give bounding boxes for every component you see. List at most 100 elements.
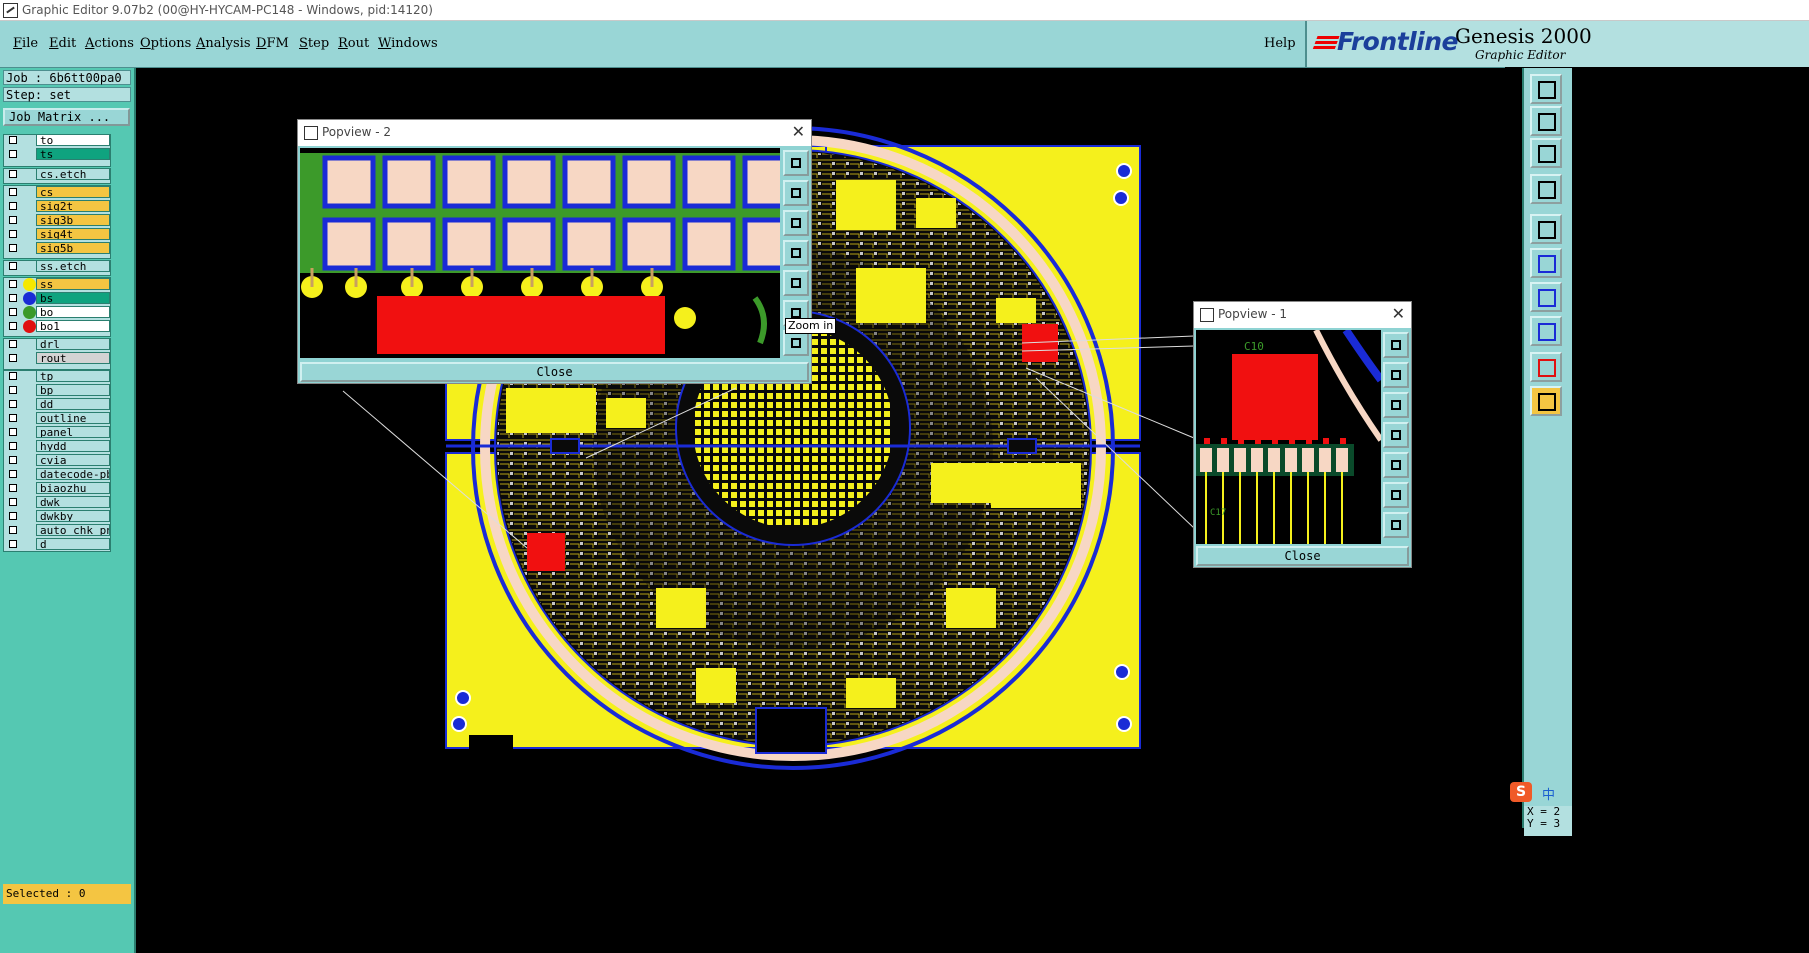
pv-pan-right-icon[interactable] — [783, 270, 809, 296]
ime-indicator[interactable]: S 中 — [1510, 782, 1570, 803]
layer-row-bo1[interactable]: bo1 — [4, 320, 110, 333]
layer-checkbox[interactable] — [9, 512, 17, 520]
layer-row-cs[interactable]: cs — [4, 186, 110, 199]
measure-icon[interactable] — [1530, 214, 1562, 244]
layer-checkbox[interactable] — [9, 308, 17, 316]
layer-row-biaozhu[interactable]: biaozhu — [4, 482, 110, 495]
layer-name[interactable]: hydd — [36, 440, 110, 452]
pv-zoom-out-icon[interactable] — [783, 180, 809, 206]
layer-row-cvia[interactable]: cvia — [4, 454, 110, 467]
layer-row-cs.etch[interactable]: cs.etch — [4, 168, 110, 181]
layer-checkbox[interactable] — [9, 372, 17, 380]
layer-name[interactable]: sig3b — [36, 214, 110, 226]
layer-name[interactable]: bs — [36, 292, 110, 304]
menu-rout[interactable]: Rout — [338, 36, 369, 51]
pointer-icon[interactable] — [1530, 386, 1562, 416]
layer-row-to[interactable]: to — [4, 134, 110, 147]
layer-checkbox[interactable] — [9, 386, 17, 394]
layer-row-d[interactable]: d — [4, 538, 110, 551]
layer-checkbox[interactable] — [9, 170, 17, 178]
menu-actions[interactable]: Actions — [85, 36, 134, 51]
job-matrix-button[interactable]: Job Matrix ... — [3, 108, 130, 126]
layer-name[interactable]: cvia — [36, 454, 110, 466]
layer-row-hydd[interactable]: hydd — [4, 440, 110, 453]
pv-zoom-in-icon[interactable] — [783, 210, 809, 236]
layer-checkbox[interactable] — [9, 340, 17, 348]
pv1-tool-6-icon[interactable] — [1383, 512, 1409, 538]
layer-name[interactable]: ss.etch — [36, 260, 110, 272]
popview-1-close-button[interactable]: Close — [1196, 546, 1409, 566]
zoom-redraw-icon[interactable] — [1530, 174, 1562, 204]
layer-row-ts[interactable]: ts — [4, 148, 110, 161]
layer-name[interactable]: sig4t — [36, 228, 110, 240]
layer-row-dd[interactable]: dd — [4, 398, 110, 411]
layer-checkbox[interactable] — [9, 442, 17, 450]
layer-name[interactable]: d — [36, 538, 110, 550]
layer-name[interactable]: panel — [36, 426, 110, 438]
layer-name[interactable]: bp — [36, 384, 110, 396]
layer-checkbox[interactable] — [9, 188, 17, 196]
layer-name[interactable]: biaozhu — [36, 482, 110, 494]
layer-checkbox[interactable] — [9, 150, 17, 158]
pv-pan-left-icon[interactable] — [783, 240, 809, 266]
layer-checkbox[interactable] — [9, 470, 17, 478]
layer-row-panel[interactable]: panel — [4, 426, 110, 439]
layer-checkbox[interactable] — [9, 202, 17, 210]
layer-name[interactable]: ts — [36, 148, 110, 160]
pv-zoom-home-icon[interactable] — [783, 150, 809, 176]
layer-name[interactable]: cs — [36, 186, 110, 198]
line-draw-icon[interactable] — [1530, 282, 1562, 312]
layer-row-drl[interactable]: drl — [4, 338, 110, 351]
triangle-tool-icon[interactable] — [1530, 352, 1562, 382]
layer-checkbox[interactable] — [9, 354, 17, 362]
close-icon[interactable]: ✕ — [1392, 304, 1405, 323]
layer-name[interactable]: ss — [36, 278, 110, 290]
layer-name[interactable]: datecode-pbe — [36, 468, 110, 480]
layer-name[interactable]: auto_chk_pnl — [36, 524, 110, 536]
layer-row-ss[interactable]: ss — [4, 278, 110, 291]
layer-checkbox[interactable] — [9, 428, 17, 436]
layer-checkbox[interactable] — [9, 414, 17, 422]
layer-name[interactable]: dwkby — [36, 510, 110, 522]
layer-checkbox[interactable] — [9, 262, 17, 270]
layer-checkbox[interactable] — [9, 216, 17, 224]
menu-step[interactable]: Step — [299, 36, 329, 51]
layer-checkbox[interactable] — [9, 230, 17, 238]
layer-checkbox[interactable] — [9, 294, 17, 302]
layer-row-ss.etch[interactable]: ss.etch — [4, 260, 110, 273]
layer-name[interactable]: bo1 — [36, 320, 110, 332]
menu-dfm[interactable]: DFM — [256, 36, 289, 51]
layer-row-bp[interactable]: bp — [4, 384, 110, 397]
layer-row-sig2t[interactable]: sig2t — [4, 200, 110, 213]
layer-checkbox[interactable] — [9, 136, 17, 144]
snap-icon[interactable] — [1530, 248, 1562, 278]
pv1-tool-2-icon[interactable] — [1383, 392, 1409, 418]
layer-checkbox[interactable] — [9, 400, 17, 408]
layer-row-outline[interactable]: outline — [4, 412, 110, 425]
zoom-full-icon[interactable] — [1530, 138, 1562, 168]
layer-name[interactable]: outline — [36, 412, 110, 424]
layer-row-tp[interactable]: tp — [4, 370, 110, 383]
menu-file[interactable]: File — [13, 36, 38, 51]
pv1-tool-1-icon[interactable] — [1383, 362, 1409, 388]
menu-help[interactable]: Help — [1264, 36, 1296, 51]
layer-row-bs[interactable]: bs — [4, 292, 110, 305]
layer-row-rout[interactable]: rout — [4, 352, 110, 365]
pv1-tool-3-icon[interactable] — [1383, 422, 1409, 448]
layer-checkbox[interactable] — [9, 540, 17, 548]
layer-checkbox[interactable] — [9, 456, 17, 464]
layer-row-auto_chk_pnl[interactable]: auto_chk_pnl — [4, 524, 110, 537]
pv1-tool-0-icon[interactable] — [1383, 332, 1409, 358]
layer-checkbox[interactable] — [9, 498, 17, 506]
layer-row-dwkby[interactable]: dwkby — [4, 510, 110, 523]
layer-row-bo[interactable]: bo — [4, 306, 110, 319]
layer-checkbox[interactable] — [9, 526, 17, 534]
layer-name[interactable]: cs.etch — [36, 168, 110, 180]
menu-options[interactable]: Options — [140, 36, 191, 51]
layer-checkbox[interactable] — [9, 322, 17, 330]
layer-row-datecode-pbe[interactable]: datecode-pbe — [4, 468, 110, 481]
menu-edit[interactable]: Edit — [49, 36, 76, 51]
zoom-fit-icon[interactable] — [1530, 106, 1562, 136]
popview-2-close-button[interactable]: Close — [300, 362, 809, 382]
layer-name[interactable]: bo — [36, 306, 110, 318]
